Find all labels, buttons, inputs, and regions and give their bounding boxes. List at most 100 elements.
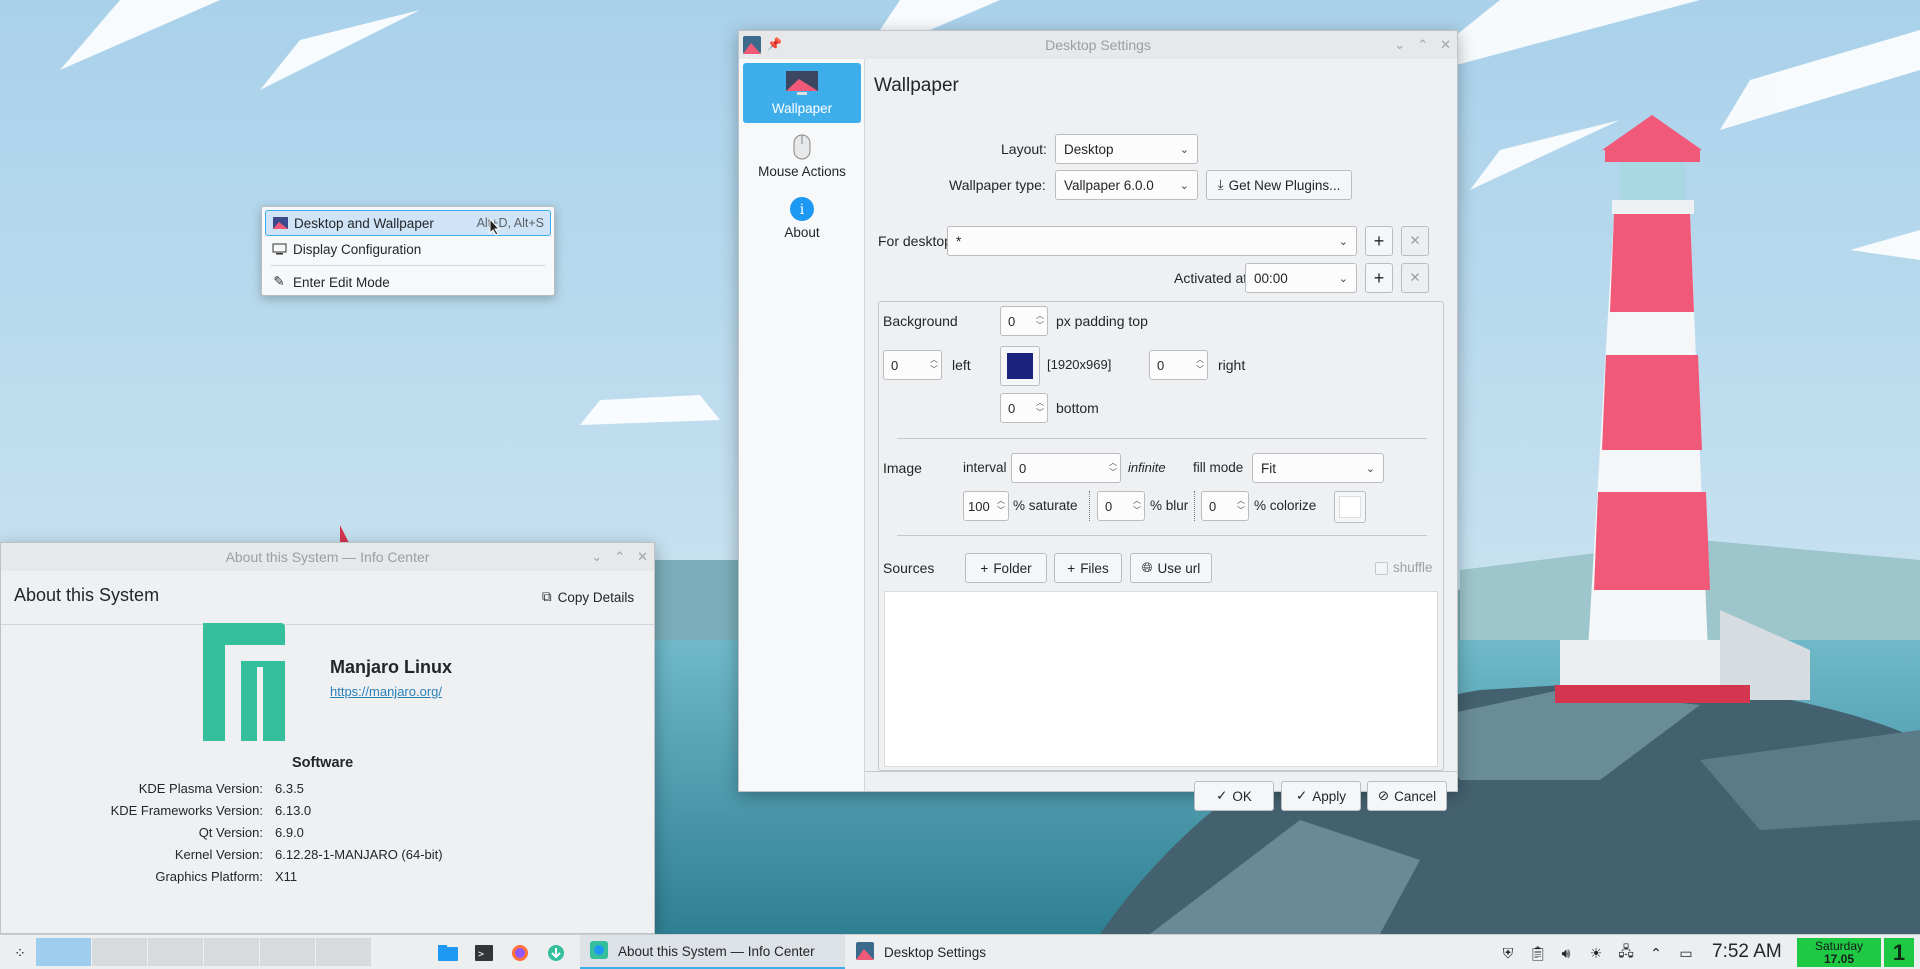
- distro-url-link[interactable]: https://manjaro.org/: [330, 684, 442, 699]
- add-time-button[interactable]: +: [1365, 263, 1393, 293]
- divider: [897, 535, 1427, 536]
- desktop-5[interactable]: [260, 938, 316, 966]
- virtual-desktop-pager[interactable]: [36, 938, 372, 966]
- get-new-plugins-button[interactable]: ⤓ Get New Plugins...: [1206, 170, 1352, 200]
- copy-details-button[interactable]: ⧉ Copy Details: [538, 583, 638, 611]
- padding-bottom-spinbox[interactable]: 0 ︿ ﹀: [1000, 393, 1048, 423]
- svg-text:>: >: [478, 949, 484, 960]
- show-desktop-icon[interactable]: ▭: [1676, 943, 1696, 963]
- app-launcher-icon[interactable]: ⁘: [10, 943, 30, 963]
- menu-item-enter-edit-mode[interactable]: ✎ Enter Edit Mode: [265, 269, 551, 295]
- for-desktop-value: *: [956, 233, 962, 249]
- desktop-6[interactable]: [316, 938, 372, 966]
- desktop-settings-window: 📌 Desktop Settings ⌄ ⌃ ✕ Wallpaper Mouse…: [738, 30, 1458, 811]
- sidebar-item-mouse-actions[interactable]: Mouse Actions: [743, 127, 861, 185]
- minimize-icon[interactable]: ⌄: [1394, 37, 1405, 53]
- apply-label: Apply: [1312, 788, 1347, 804]
- for-desktop-label: For desktop: [878, 233, 952, 249]
- desktop-2[interactable]: [92, 938, 148, 966]
- terminal-icon[interactable]: >: [474, 943, 494, 963]
- wallpaper-type-label: Wallpaper type:: [949, 177, 1046, 193]
- separator: [1089, 491, 1090, 521]
- shield-icon[interactable]: ⛨: [1498, 943, 1518, 963]
- resolution-label: [1920x969]: [1047, 357, 1112, 372]
- padding-left-spinbox[interactable]: 0 ︿ ﹀: [883, 350, 942, 380]
- layout-value: Desktop: [1064, 141, 1114, 157]
- padding-top-label: px padding top: [1056, 313, 1148, 329]
- mouse-cursor: [489, 218, 501, 236]
- menu-separator: [271, 265, 545, 266]
- clock[interactable]: 7:52 AM: [1712, 941, 1782, 963]
- shuffle-checkbox[interactable]: [1375, 562, 1388, 575]
- saturate-spinbox[interactable]: 100 ︿ ﹀: [963, 491, 1009, 521]
- row-key: Qt Version:: [198, 825, 263, 840]
- cancel-label: Cancel: [1394, 788, 1437, 804]
- apply-button[interactable]: ✓ Apply: [1281, 781, 1361, 811]
- layout-select[interactable]: Desktop ⌄: [1055, 134, 1198, 164]
- add-files-button[interactable]: + Files: [1054, 553, 1122, 583]
- sources-list[interactable]: [884, 591, 1438, 767]
- cancel-button[interactable]: ⊘ Cancel: [1367, 781, 1447, 811]
- activated-at-select[interactable]: 00:00 ⌄: [1245, 263, 1357, 293]
- section-title: Software: [292, 755, 354, 771]
- spin-arrows-icon: ︿ ﹀: [1196, 355, 1204, 374]
- copy-icon: ⧉: [542, 589, 552, 604]
- software-update-icon[interactable]: [546, 943, 566, 963]
- sidebar-item-about[interactable]: i About: [743, 189, 861, 247]
- saturate-label: % saturate: [1013, 498, 1078, 513]
- task-info-center[interactable]: About this System — Info Center: [580, 935, 845, 969]
- menu-item-display-configuration[interactable]: Display Configuration: [265, 236, 551, 262]
- firefox-icon[interactable]: [510, 943, 530, 963]
- desktop-number-badge[interactable]: 1: [1884, 938, 1914, 967]
- blur-label: % blur: [1150, 498, 1189, 513]
- network-icon[interactable]: 🖧: [1616, 943, 1636, 963]
- ok-button[interactable]: ✓ OK: [1194, 781, 1274, 811]
- colorize-color-button[interactable]: [1334, 491, 1366, 523]
- file-manager-icon[interactable]: [438, 943, 458, 963]
- info-icon: i: [789, 196, 815, 225]
- task-desktop-settings[interactable]: Desktop Settings: [846, 935, 1114, 969]
- clipboard-icon[interactable]: 📋︎: [1528, 943, 1548, 963]
- pin-icon[interactable]: 📌: [767, 37, 782, 51]
- layout-label: Layout:: [1001, 141, 1047, 157]
- use-url-button[interactable]: 🌐︎ Use url: [1130, 553, 1212, 583]
- desktop-settings-icon: [856, 942, 874, 963]
- padding-top-spinbox[interactable]: 0 ︿ ﹀: [1000, 306, 1048, 336]
- sidebar-item-wallpaper[interactable]: Wallpaper: [743, 63, 861, 123]
- wallpaper-icon: [785, 70, 819, 101]
- taskbar: ⁘ > About this System — Info Center Desk…: [0, 934, 1920, 969]
- fill-mode-select[interactable]: Fit ⌄: [1252, 453, 1384, 483]
- remove-desktop-button[interactable]: ✕: [1401, 226, 1429, 256]
- separator: [1194, 491, 1195, 521]
- interval-spinbox[interactable]: 0 ︿ ﹀: [1011, 453, 1121, 483]
- wallpaper-type-select[interactable]: Vallpaper 6.0.0 ⌄: [1055, 170, 1198, 200]
- brightness-icon[interactable]: ☀: [1586, 943, 1606, 963]
- fill-mode-label: fill mode: [1193, 460, 1244, 475]
- add-desktop-button[interactable]: +: [1365, 226, 1393, 256]
- minimize-icon[interactable]: ⌄: [591, 549, 602, 565]
- colorize-spinbox[interactable]: 0 ︿ ﹀: [1201, 491, 1249, 521]
- background-color-button[interactable]: [1000, 346, 1040, 386]
- desktop-4[interactable]: [204, 938, 260, 966]
- menu-item-desktop-wallpaper[interactable]: Desktop and Wallpaper Alt+D, Alt+S: [265, 210, 551, 236]
- for-desktop-select[interactable]: * ⌄: [947, 226, 1357, 256]
- sources-label: Sources: [883, 560, 935, 576]
- chevron-up-icon[interactable]: ⌃: [1646, 943, 1666, 963]
- desktop-1[interactable]: [36, 938, 92, 966]
- pencil-icon: ✎: [273, 274, 285, 289]
- blur-spinbox[interactable]: 0 ︿ ﹀: [1097, 491, 1145, 521]
- desktop-3[interactable]: [148, 938, 204, 966]
- close-icon[interactable]: ✕: [637, 549, 648, 565]
- row-value: X11: [275, 869, 298, 884]
- window-title: Desktop Settings: [1045, 37, 1151, 53]
- maximize-icon[interactable]: ⌃: [1417, 37, 1428, 53]
- download-icon: ⤓: [1217, 177, 1224, 192]
- monitor-icon: [271, 242, 287, 256]
- date-widget[interactable]: Saturday 17.05: [1797, 938, 1881, 967]
- maximize-icon[interactable]: ⌃: [614, 549, 625, 565]
- padding-right-spinbox[interactable]: 0 ︿ ﹀: [1149, 350, 1208, 380]
- add-folder-button[interactable]: + Folder: [965, 553, 1047, 583]
- close-icon[interactable]: ✕: [1440, 37, 1451, 53]
- remove-time-button[interactable]: ✕: [1401, 263, 1429, 293]
- volume-icon[interactable]: 🔊︎: [1556, 943, 1576, 963]
